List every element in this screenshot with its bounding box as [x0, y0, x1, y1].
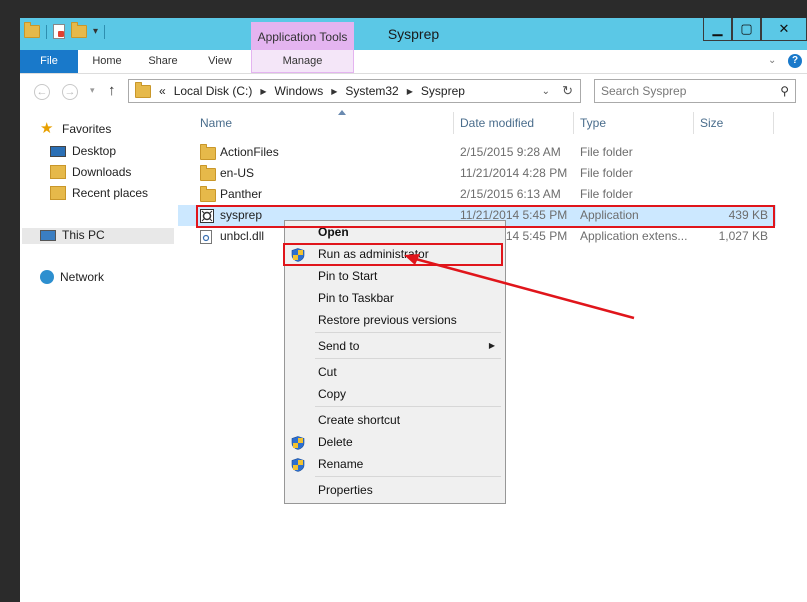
- annotation-arrow-icon: [404, 254, 635, 320]
